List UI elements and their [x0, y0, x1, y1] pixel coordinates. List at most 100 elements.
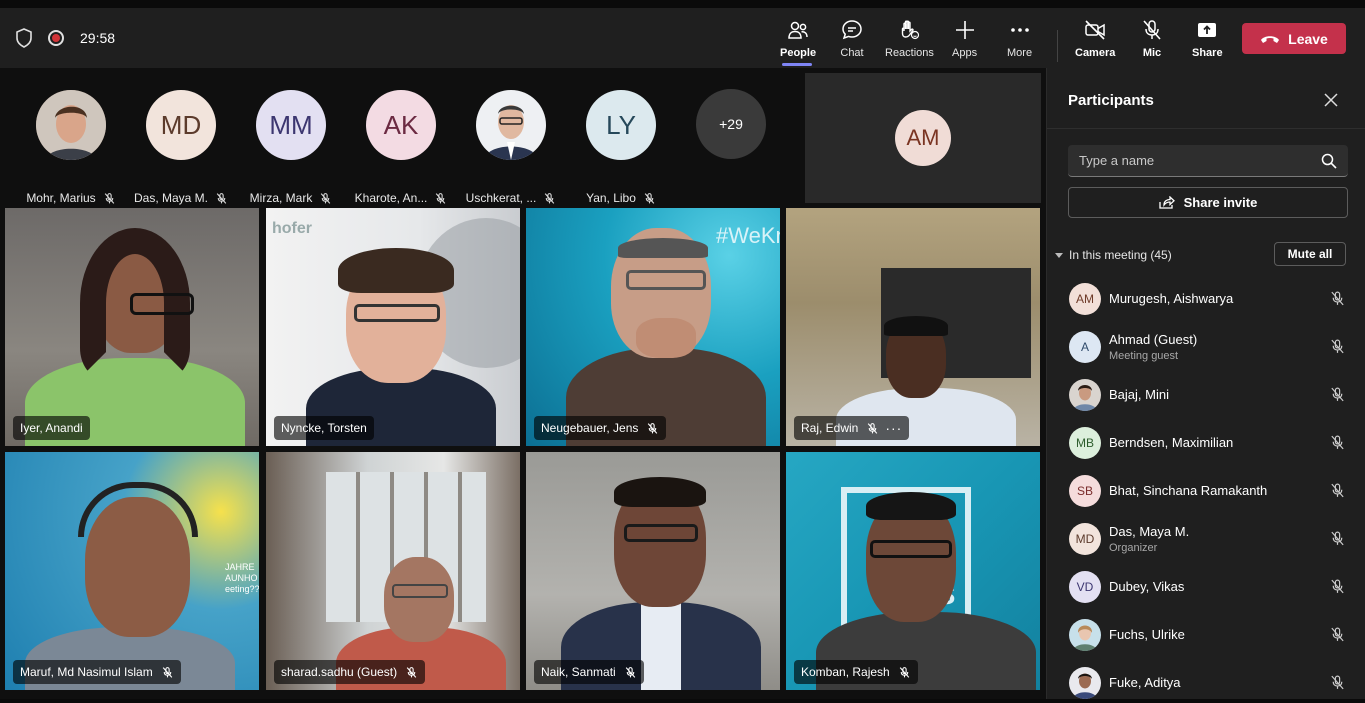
meeting-toolbar: 29:58 People Chat Reactions Apps More Ca… — [0, 8, 1365, 68]
window-top-edge — [0, 0, 1365, 8]
plus-icon — [955, 21, 974, 39]
in-meeting-section-header[interactable]: In this meeting (45) — [1055, 248, 1172, 262]
reactions-label: Reactions — [885, 47, 934, 59]
people-icon — [788, 21, 808, 39]
video-tile[interactable]: Naik, Sanmati — [526, 452, 780, 690]
participant-name: Dubey, Vikas — [1109, 579, 1185, 594]
video-tile[interactable]: Iyer, Anandi — [5, 208, 259, 446]
mic-off-icon — [545, 192, 555, 204]
strip-participant[interactable]: Uschkerat, ... — [461, 90, 561, 205]
leave-button[interactable]: Leave — [1242, 23, 1346, 54]
mic-off-icon — [1331, 291, 1344, 306]
mic-off-icon — [1331, 579, 1344, 594]
avatar — [476, 90, 546, 160]
participant-row[interactable]: VD Dubey, Vikas — [1069, 567, 1349, 607]
mute-all-button[interactable]: Mute all — [1274, 242, 1346, 266]
avatar: AM — [1069, 283, 1101, 315]
participant-row[interactable]: MB Berndsen, Maximilian — [1069, 423, 1349, 463]
search-input[interactable] — [1079, 145, 1309, 176]
participant-row[interactable]: MD Das, Maya M. Organizer — [1069, 519, 1349, 559]
mic-off-icon — [406, 666, 417, 678]
share-screen-icon — [1198, 23, 1217, 37]
apps-label: Apps — [952, 47, 978, 59]
panel-title: Participants — [1068, 92, 1154, 109]
strip-participant[interactable]: Mohr, Marius — [21, 90, 121, 205]
participant-photo — [1069, 379, 1101, 411]
strip-participant[interactable]: MM Mirza, Mark — [241, 90, 341, 205]
participant-row[interactable]: SB Bhat, Sinchana Ramakanth — [1069, 471, 1349, 511]
participant-name: Murugesh, Aishwarya — [1109, 291, 1234, 306]
mic-label: Mic — [1142, 47, 1162, 59]
participant-row[interactable]: Fuchs, Ulrike — [1069, 615, 1349, 655]
recording-icon — [48, 30, 64, 46]
participant-video — [786, 452, 1040, 690]
video-stage: Mohr, Marius MD Das, Maya M. MM Mirza, M… — [0, 68, 1046, 699]
close-icon[interactable] — [1323, 92, 1339, 108]
participant-name: Berndsen, Maximilian — [1109, 435, 1234, 450]
video-tile[interactable]: yns Komban, Rajesh — [786, 452, 1040, 690]
strip-participant[interactable]: MD Das, Maya M. — [131, 90, 231, 205]
avatar: MM — [256, 90, 326, 160]
chat-button[interactable]: Chat — [840, 18, 864, 66]
tile-options-icon[interactable]: ··· — [885, 420, 902, 436]
participant-video — [5, 452, 259, 690]
participant-name: Das, Maya M. — [1109, 524, 1190, 539]
mic-off-icon — [1331, 339, 1344, 354]
strip-name: Kharote, An... — [346, 191, 456, 205]
video-name-tag: Nyncke, Torsten — [274, 416, 374, 440]
video-name-tag: Naik, Sanmati — [534, 660, 644, 684]
avatar: VD — [1069, 571, 1101, 603]
share-label: Share — [1192, 47, 1223, 59]
strip-name: Mohr, Marius — [16, 191, 126, 205]
video-tile[interactable]: #WeKno Neugebauer, Jens — [526, 208, 780, 446]
participant-row[interactable]: Bajaj, Mini — [1069, 375, 1349, 415]
spotlight-tile[interactable]: AM — [805, 73, 1041, 203]
toolbar-separator — [1057, 30, 1058, 62]
video-tile[interactable]: hofer Nyncke, Torsten — [266, 208, 520, 446]
mic-off-icon — [899, 666, 909, 678]
participant-name: Fuchs, Ulrike — [1109, 627, 1185, 642]
mic-off-icon — [868, 422, 878, 434]
apps-button[interactable]: Apps — [952, 18, 977, 66]
participant-role: Organizer — [1109, 542, 1158, 554]
video-tile[interactable]: Raj, Edwin ··· — [786, 208, 1040, 446]
participant-row[interactable]: A Ahmad (Guest) Meeting guest — [1069, 327, 1349, 367]
avatar: MB — [1069, 427, 1101, 459]
mic-off-icon — [644, 192, 655, 204]
more-participants-button[interactable]: +29 — [696, 89, 766, 159]
participant-search — [1068, 145, 1348, 177]
camera-off-icon — [1085, 20, 1105, 40]
avatar — [1069, 619, 1101, 651]
share-button[interactable]: Share — [1192, 18, 1223, 66]
search-icon[interactable] — [1321, 153, 1337, 169]
mic-off-icon — [436, 192, 446, 204]
strip-participant[interactable]: AK Kharote, An... — [351, 90, 451, 205]
participant-video — [526, 452, 780, 690]
participant-name: Bhat, Sinchana Ramakanth — [1109, 483, 1268, 498]
participant-role: Meeting guest — [1109, 350, 1179, 362]
chevron-down-icon — [1055, 252, 1063, 258]
more-button[interactable]: More — [1007, 18, 1032, 66]
participant-row[interactable]: AM Murugesh, Aishwarya — [1069, 279, 1349, 319]
avatar: AK — [366, 90, 436, 160]
participant-video — [266, 208, 520, 446]
video-tile[interactable]: JAHRE AUNHO eeting?? Maruf, Md Nasimul Isl… — [5, 452, 259, 690]
mic-button[interactable]: Mic — [1140, 18, 1164, 66]
video-name-tag: Neugebauer, Jens — [534, 416, 667, 440]
participant-photo — [1069, 667, 1101, 699]
participant-row[interactable]: Fuke, Aditya — [1069, 663, 1349, 703]
people-button[interactable]: People — [780, 18, 816, 66]
participant-photo — [476, 90, 546, 160]
people-label: People — [780, 47, 817, 59]
camera-button[interactable]: Camera — [1075, 18, 1115, 66]
strip-participant[interactable]: LY Yan, Libo — [571, 90, 671, 205]
video-name-tag: Raj, Edwin ··· — [794, 416, 910, 440]
ellipsis-icon — [1010, 28, 1029, 32]
participant-name: Fuke, Aditya — [1109, 675, 1181, 690]
video-name-tag: Iyer, Anandi — [13, 416, 90, 440]
video-tile[interactable]: sharad.sadhu (Guest) — [266, 452, 520, 690]
reactions-button[interactable]: Reactions — [885, 18, 934, 66]
share-invite-button[interactable]: Share invite — [1068, 187, 1348, 218]
participants-panel: Participants Share invite In this meetin… — [1046, 68, 1365, 699]
avatar: MD — [146, 90, 216, 160]
